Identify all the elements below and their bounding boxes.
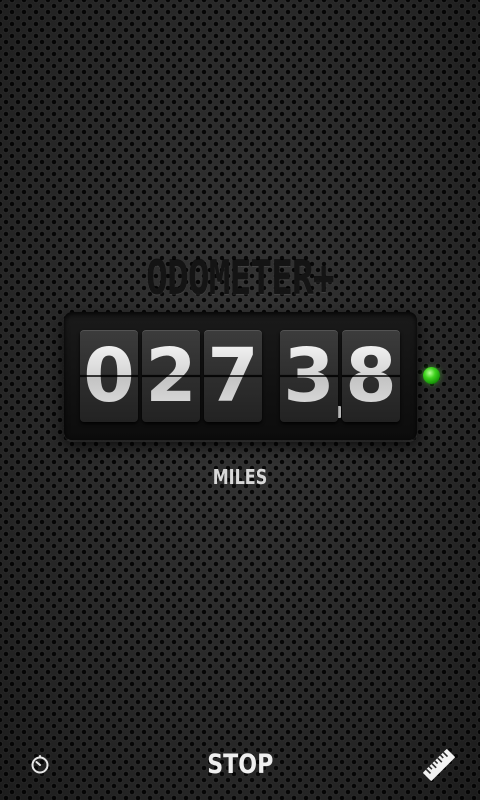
stop-button[interactable]: STOP [207, 745, 273, 785]
tile-split-line [142, 375, 200, 377]
odometer-display: 0 2 7 3 8 [64, 312, 417, 440]
odometer-digit-2: 2 [142, 330, 200, 422]
odometer-digit-4: 3 [280, 330, 338, 422]
ruler-button[interactable] [420, 746, 458, 784]
timer-icon [31, 755, 49, 774]
odometer-digit-1: 0 [80, 330, 138, 422]
gps-status-indicator [423, 367, 440, 384]
app-title: ODOMETER+ [146, 251, 334, 305]
distance-unit-label[interactable]: MILES [48, 464, 432, 490]
ruler-icon [423, 749, 455, 781]
tile-split-line [80, 375, 138, 377]
app-screen: ODOMETER+ 0 2 7 3 8 MILES STOP [0, 0, 480, 800]
tile-split-line [204, 375, 262, 377]
odometer-digit-3: 7 [204, 330, 262, 422]
odometer-digit-5: 8 [342, 330, 400, 422]
tile-split-line [342, 375, 400, 377]
tile-split-line [280, 375, 338, 377]
timer-button[interactable] [28, 752, 52, 776]
